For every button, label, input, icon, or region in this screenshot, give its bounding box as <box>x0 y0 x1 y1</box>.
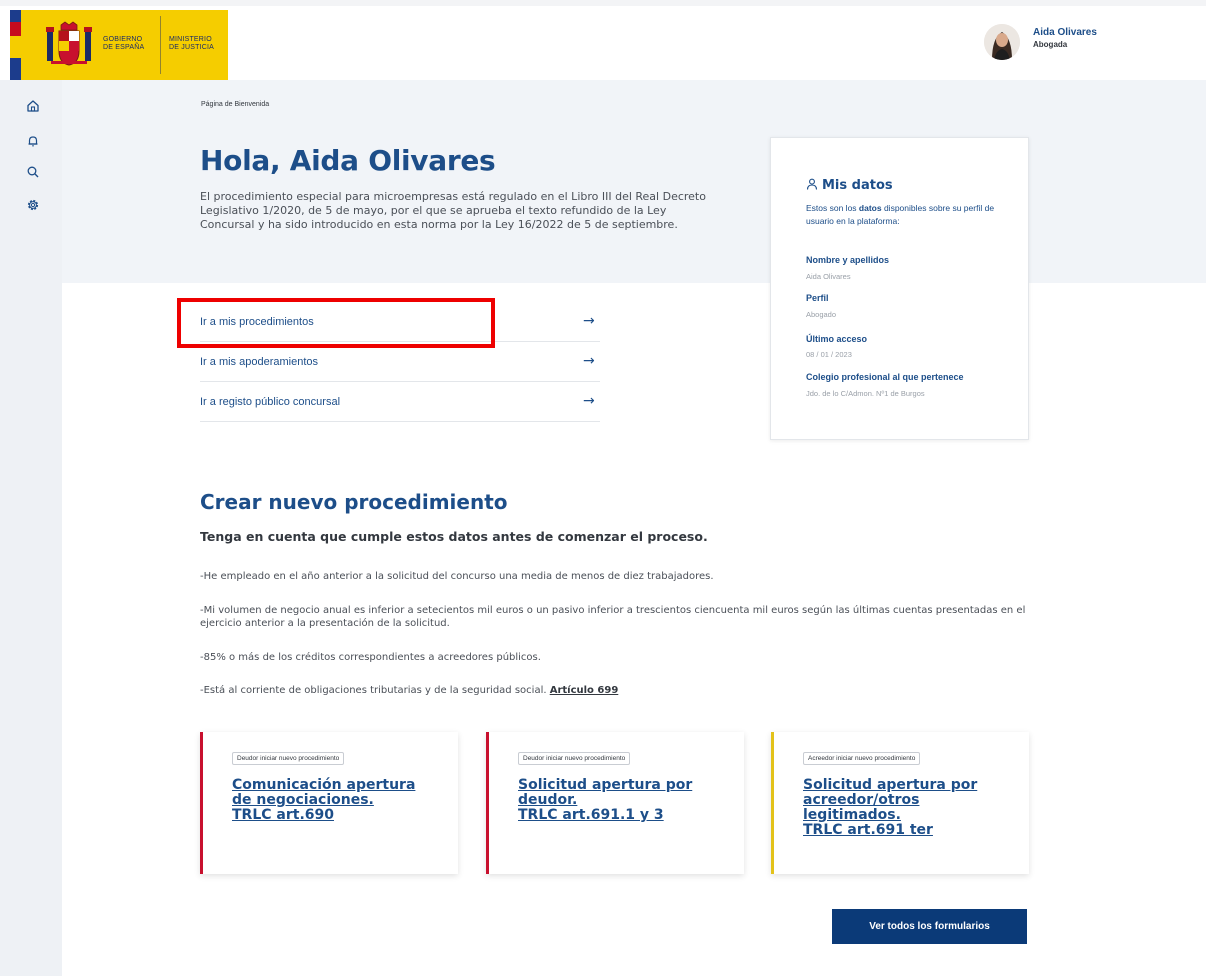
field-value-ultimo-acceso: 08 / 01 / 2023 <box>806 350 852 359</box>
page-title: Hola, Aida Olivares <box>200 144 496 177</box>
link-label: Ir a mis procedimientos <box>200 316 314 328</box>
card-title-link[interactable]: Solicitud apertura por acreedor/otros le… <box>803 778 1013 838</box>
articulo-699-link[interactable]: Artículo 699 <box>550 685 619 696</box>
flag-strip <box>10 10 21 80</box>
sidebar <box>0 80 62 976</box>
logo-gobierno-text: GOBIERNO DE ESPAÑA <box>103 36 145 51</box>
card-accent-bar <box>771 732 774 874</box>
field-value-perfil: Abogado <box>806 310 837 319</box>
top-strip <box>0 0 1206 6</box>
card-title-link[interactable]: Comunicación apertura de negociaciones. … <box>232 778 442 823</box>
field-value-nombre: Aida Olivares <box>806 272 851 281</box>
mis-datos-intro: Estos son los datos disponibles sobre su… <box>806 203 995 226</box>
gear-icon[interactable] <box>26 198 40 212</box>
arrow-right-icon: → <box>583 393 595 409</box>
avatar[interactable] <box>984 24 1020 60</box>
field-label-nombre: Nombre y apellidos <box>806 255 890 265</box>
coat-of-arms-icon <box>46 21 92 66</box>
card-title-link[interactable]: Solicitud apertura por deudor. TRLC art.… <box>518 778 728 823</box>
card-comunicacion-apertura[interactable]: Deudor iniciar nuevo procedimiento Comun… <box>200 732 458 874</box>
logo-divider <box>160 16 161 74</box>
field-label-colegio: Colegio profesional al que pertenece <box>806 372 964 382</box>
user-role: Abogada <box>1033 40 1068 49</box>
card-tag: Deudor iniciar nuevo procedimiento <box>232 752 345 765</box>
arrow-right-icon: → <box>583 353 595 369</box>
avatar-image <box>984 24 1020 60</box>
hero-description: El procedimiento especial para microempr… <box>200 190 706 231</box>
bell-icon[interactable] <box>26 134 40 148</box>
requirement-item: -85% o más de los créditos correspondien… <box>200 652 541 663</box>
card-solicitud-deudor[interactable]: Deudor iniciar nuevo procedimiento Solic… <box>486 732 744 874</box>
hero-band <box>62 80 1206 283</box>
link-label: Ir a mis apoderamientos <box>200 356 318 368</box>
mis-datos-card: Mis datos Estos son los datos disponible… <box>770 137 1029 440</box>
requirement-item: -Está al corriente de obligaciones tribu… <box>200 685 619 696</box>
card-accent-bar <box>200 732 203 874</box>
requirement-item: -Mi volumen de negocio anual es inferior… <box>200 605 1026 629</box>
ver-todos-button[interactable]: Ver todos los formularios <box>832 909 1027 944</box>
field-label-perfil: Perfil <box>806 293 829 303</box>
logo-ministerio-text: MINISTERIO DE JUSTICIA <box>169 36 214 51</box>
link-mis-procedimientos[interactable]: Ir a mis procedimientos → <box>200 302 600 342</box>
card-accent-bar <box>486 732 489 874</box>
field-label-ultimo-acceso: Último acceso <box>806 334 868 344</box>
section-subtitle: Tenga en cuenta que cumple estos datos a… <box>200 529 708 544</box>
section-title: Crear nuevo procedimiento <box>200 490 508 514</box>
mis-datos-title-text: Mis datos <box>822 178 893 193</box>
person-icon <box>806 178 818 190</box>
user-name[interactable]: Aida Olivares <box>1033 27 1097 38</box>
mis-datos-title: Mis datos <box>806 178 893 193</box>
link-registro-publico[interactable]: Ir a registo público concursal → <box>200 382 600 422</box>
card-tag: Deudor iniciar nuevo procedimiento <box>518 752 631 765</box>
home-icon[interactable] <box>26 99 40 113</box>
link-label: Ir a registo público concursal <box>200 396 341 408</box>
field-value-colegio: Jdo. de lo C/Admon. Nº1 de Burgos <box>806 389 925 398</box>
arrow-right-icon: → <box>583 313 595 329</box>
search-icon[interactable] <box>26 165 40 179</box>
requirement-item: -He empleado en el año anterior a la sol… <box>200 571 714 582</box>
government-logo[interactable]: GOBIERNO DE ESPAÑA MINISTERIO DE JUSTICI… <box>10 10 228 80</box>
link-mis-apoderamientos[interactable]: Ir a mis apoderamientos → <box>200 342 600 382</box>
card-solicitud-acreedor[interactable]: Acreedor iniciar nuevo procedimiento Sol… <box>771 732 1029 874</box>
breadcrumb[interactable]: Página de Bienvenida <box>201 101 269 108</box>
card-tag: Acreedor iniciar nuevo procedimiento <box>803 752 921 765</box>
